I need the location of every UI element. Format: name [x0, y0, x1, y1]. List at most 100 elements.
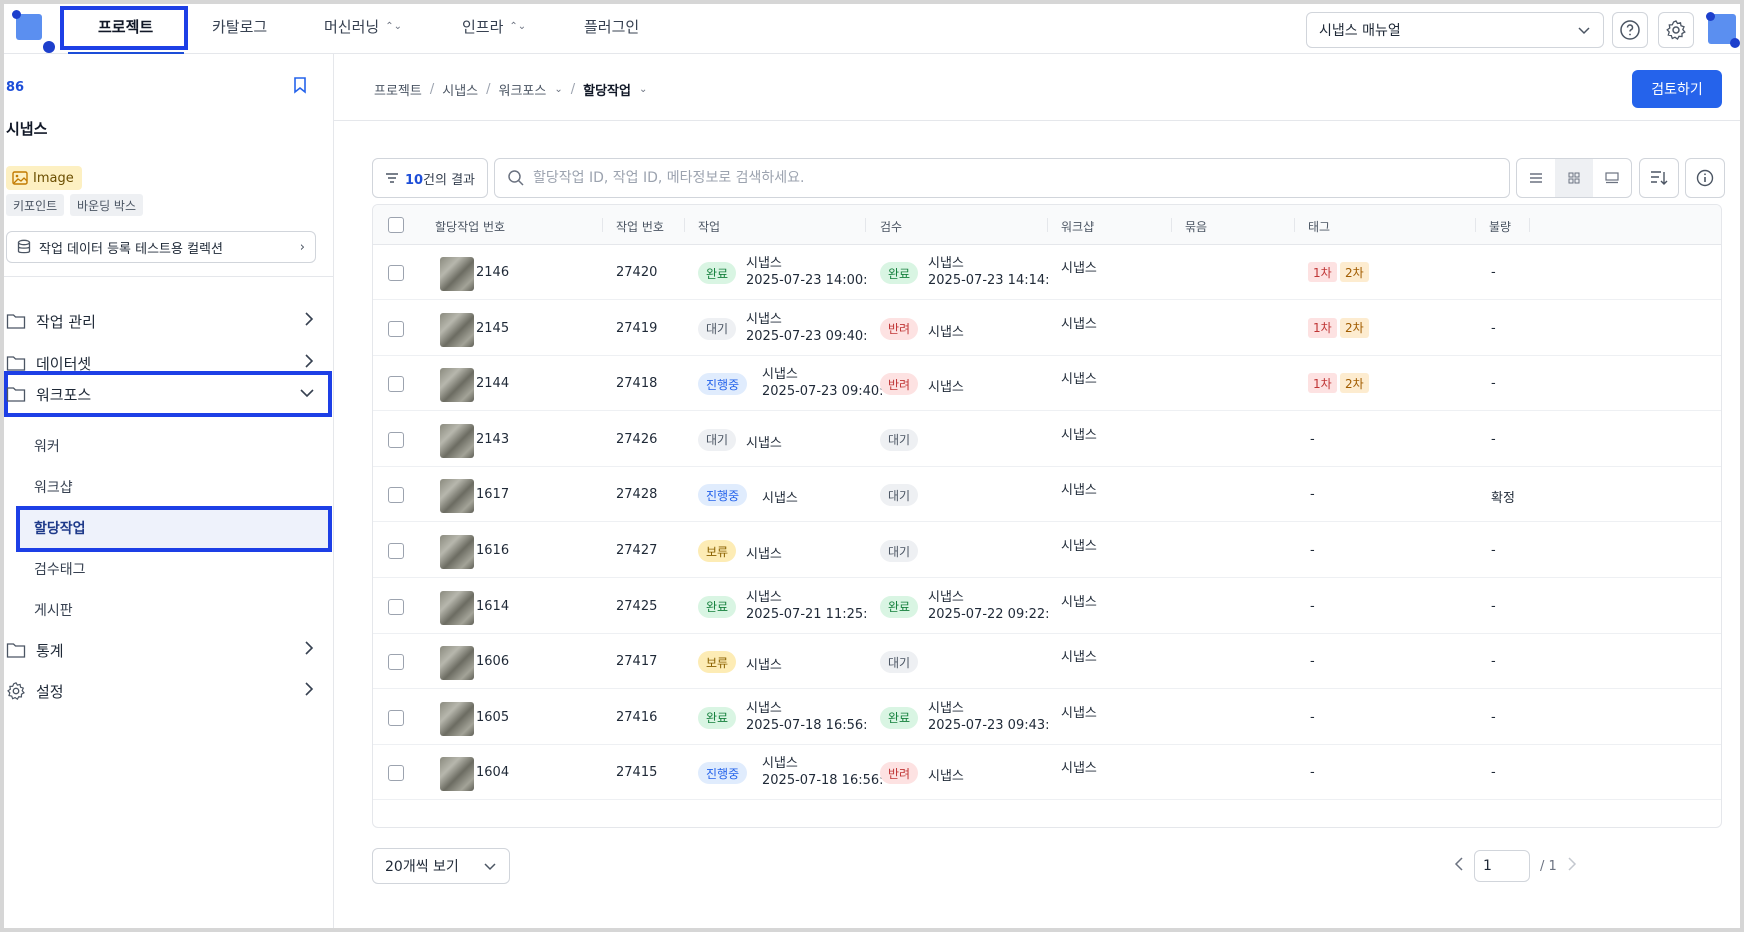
sub-item-worker[interactable]: 워커: [34, 436, 60, 456]
column-header[interactable]: 작업: [698, 218, 720, 235]
page-size-select[interactable]: 20개씩 보기: [372, 848, 510, 884]
tab-infra[interactable]: 인프라 ⌃⌄: [462, 16, 526, 37]
tab-plugin[interactable]: 플러그인: [584, 16, 639, 37]
assignment-id[interactable]: 2143: [476, 432, 509, 447]
table-row[interactable]: 1606 27417 보류 시냅스 대기 시냅스 - -: [373, 634, 1721, 690]
column-separator[interactable]: [1475, 218, 1476, 232]
assignment-id[interactable]: 1604: [476, 765, 509, 780]
task-id[interactable]: 27428: [616, 487, 657, 502]
thumbnail-image[interactable]: [440, 368, 474, 403]
thumbnail-image[interactable]: [440, 479, 474, 514]
task-id[interactable]: 27426: [616, 432, 657, 447]
table-row[interactable]: 1604 27415 진행중 시냅스 2025-07-18 16:56:0 반려 시냅스 시냅…: [373, 745, 1721, 801]
row-checkbox[interactable]: [388, 598, 404, 615]
thumbnail-image[interactable]: [440, 423, 474, 458]
sub-item-workshop[interactable]: 워크샵: [34, 477, 73, 497]
thumbnail-image[interactable]: [440, 590, 474, 625]
menu-item-task-management[interactable]: 작업 관리: [4, 300, 334, 342]
table-row[interactable]: 2143 27426 대기 시냅스 대기 시냅스 - -: [373, 412, 1721, 467]
chevron-down-icon[interactable]: ⌄: [554, 84, 562, 95]
row-checkbox[interactable]: [388, 376, 404, 393]
breadcrumb-item[interactable]: 워크포스: [499, 80, 547, 99]
thumbnail-image[interactable]: [440, 257, 474, 291]
assignment-id[interactable]: 1606: [476, 654, 509, 669]
tab-machine-learning[interactable]: 머신러닝 ⌃⌄: [324, 16, 402, 37]
task-id[interactable]: 27420: [616, 265, 657, 280]
table-row[interactable]: 161427425완료시냅스2025-07-21 11:25:07완료시냅스20…: [373, 579, 1721, 634]
assignment-id[interactable]: 2144: [476, 376, 509, 391]
row-checkbox[interactable]: [388, 709, 404, 726]
help-button[interactable]: [1612, 12, 1648, 48]
column-header[interactable]: 태그: [1308, 218, 1330, 235]
task-id[interactable]: 27416: [616, 710, 657, 725]
breadcrumb-item[interactable]: 프로젝트: [374, 80, 422, 99]
thumbnail-image[interactable]: [440, 646, 474, 681]
tab-project[interactable]: 프로젝트: [98, 16, 153, 37]
table-row[interactable]: 2146 27420 완료 시냅스 2025-07-23 14:00:56 완료 시냅스 20…: [373, 245, 1721, 300]
assignment-id[interactable]: 2146: [476, 265, 509, 280]
row-checkbox[interactable]: [388, 320, 404, 337]
menu-item-statistics[interactable]: 통계: [4, 629, 334, 671]
thumbnail-image[interactable]: [440, 312, 474, 347]
assignment-id[interactable]: 1605: [476, 710, 509, 725]
column-header[interactable]: 작업 번호: [616, 218, 664, 235]
next-page-button[interactable]: [1567, 857, 1577, 875]
column-header[interactable]: 불량: [1489, 218, 1511, 235]
logo[interactable]: [12, 10, 55, 53]
avatar[interactable]: [1706, 12, 1740, 48]
column-header[interactable]: 묶음: [1185, 218, 1207, 235]
column-header[interactable]: 검수: [880, 218, 902, 235]
info-button[interactable]: [1685, 158, 1725, 198]
task-id[interactable]: 27427: [616, 543, 657, 558]
collection-selector[interactable]: 작업 데이터 등록 테스트용 컬렉션 ›: [6, 231, 316, 263]
table-row[interactable]: 1617 27428 진행중 시냅스 대기 시냅스 - 확정: [373, 467, 1721, 523]
row-checkbox[interactable]: [388, 487, 404, 504]
row-checkbox[interactable]: [388, 543, 404, 559]
task-id[interactable]: 27425: [616, 599, 657, 614]
task-id[interactable]: 27418: [616, 376, 657, 391]
column-separator[interactable]: [684, 218, 685, 232]
column-separator[interactable]: [602, 218, 603, 232]
thumbnail-image[interactable]: [440, 535, 474, 569]
assignment-id[interactable]: 1614: [476, 599, 509, 614]
sub-item-board[interactable]: 게시판: [34, 600, 73, 620]
assignment-id[interactable]: 1617: [476, 487, 509, 502]
thumbnail-image[interactable]: [440, 701, 474, 736]
table-row[interactable]: 2144 27418 진행중 시냅스 2025-07-23 09:40:3 반려 시냅스 시냅…: [373, 356, 1721, 412]
breadcrumb-item[interactable]: 시냅스: [442, 80, 478, 99]
row-checkbox[interactable]: [388, 765, 404, 782]
assignment-id[interactable]: 2145: [476, 321, 509, 336]
menu-item-settings[interactable]: 설정: [4, 670, 334, 712]
page-number-input[interactable]: 1: [1474, 850, 1530, 882]
table-row[interactable]: 160527416완료시냅스2025-07-18 16:56:09완료시냅스20…: [373, 690, 1721, 745]
prev-page-button[interactable]: [1454, 857, 1464, 875]
sort-button[interactable]: [1639, 158, 1679, 198]
sub-item-assignment[interactable]: 할당작업: [34, 518, 86, 538]
menu-item-workforce[interactable]: 워크포스: [4, 373, 334, 415]
search-input[interactable]: [533, 170, 1433, 186]
column-separator[interactable]: [1047, 218, 1048, 232]
column-separator[interactable]: [1294, 218, 1295, 232]
row-checkbox[interactable]: [388, 265, 404, 281]
task-id[interactable]: 27415: [616, 765, 657, 780]
column-header[interactable]: 할당작업 번호: [435, 218, 505, 235]
thumbnail-image[interactable]: [440, 757, 474, 792]
table-row[interactable]: 1616 27427 보류 시냅스 대기 시냅스 - -: [373, 523, 1721, 578]
filter-button[interactable]: 10건의 결과: [372, 158, 488, 198]
tab-catalog[interactable]: 카탈로그: [212, 16, 267, 37]
column-separator[interactable]: [1171, 218, 1172, 232]
gallery-view-button[interactable]: [1593, 159, 1631, 197]
bookmark-button[interactable]: [292, 76, 308, 98]
column-header[interactable]: 워크샵: [1061, 218, 1094, 235]
settings-button[interactable]: [1658, 12, 1694, 48]
task-id[interactable]: 27417: [616, 654, 657, 669]
manual-select[interactable]: 시냅스 매뉴얼: [1306, 12, 1604, 48]
chevron-down-icon[interactable]: ⌄: [639, 84, 647, 95]
column-separator[interactable]: [1529, 218, 1530, 232]
sub-item-review-tag[interactable]: 검수태그: [34, 559, 86, 579]
table-row[interactable]: 214527419대기시냅스2025-07-23 09:40:47반려시냅스시냅…: [373, 301, 1721, 356]
assignment-id[interactable]: 1616: [476, 543, 509, 558]
select-all-checkbox[interactable]: [388, 217, 404, 233]
row-checkbox[interactable]: [388, 431, 404, 448]
task-id[interactable]: 27419: [616, 321, 657, 336]
